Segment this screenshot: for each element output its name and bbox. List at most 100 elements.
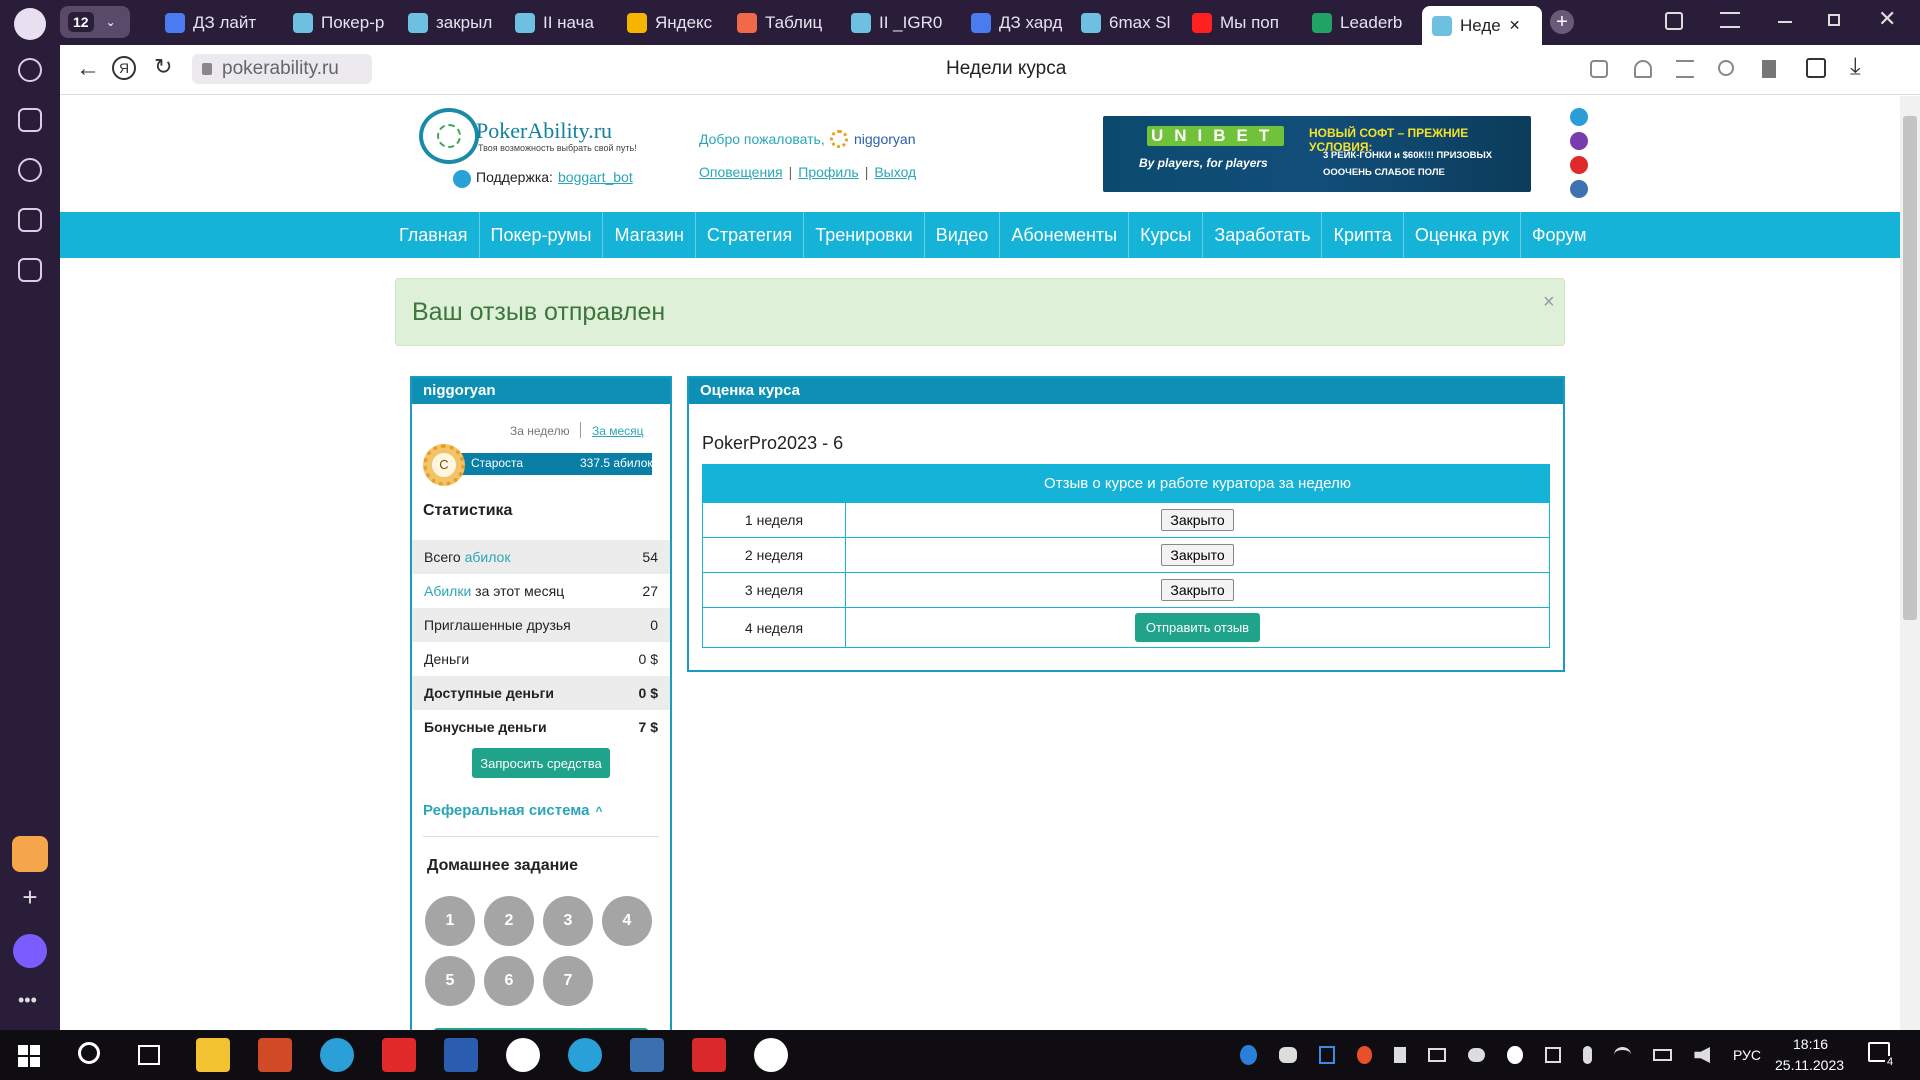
- tab-manager-icon[interactable]: [1665, 12, 1683, 30]
- bookmark-icon[interactable]: [1762, 60, 1776, 78]
- close-window-button[interactable]: ✕: [1878, 6, 1896, 32]
- tabs-count-icon[interactable]: [18, 208, 42, 232]
- nav-item-9[interactable]: Заработать: [1203, 212, 1323, 258]
- tab-2[interactable]: Покер-р: [283, 6, 391, 39]
- mail-app-icon[interactable]: [12, 836, 48, 872]
- request-funds-button[interactable]: Запросить средства: [472, 748, 610, 778]
- extensions-icon[interactable]: [1590, 60, 1608, 78]
- yandex-tray-icon[interactable]: [1507, 1046, 1523, 1064]
- yandex-browser-icon[interactable]: [506, 1038, 540, 1072]
- new-tab-button[interactable]: +: [1550, 10, 1574, 34]
- snip-tray-icon[interactable]: [1318, 1046, 1335, 1064]
- edge-icon[interactable]: [320, 1038, 354, 1072]
- collections-icon[interactable]: [18, 108, 42, 132]
- tab-10[interactable]: Мы поп: [1182, 6, 1295, 39]
- profile-icon[interactable]: [14, 8, 46, 40]
- clock-time[interactable]: 18:16: [1793, 1036, 1828, 1052]
- nav-item-8[interactable]: Курсы: [1129, 212, 1204, 258]
- minimize-button[interactable]: [1778, 21, 1792, 23]
- task-view-icon[interactable]: [138, 1045, 160, 1065]
- close-tab-icon[interactable]: ✕: [1509, 17, 1521, 34]
- tab-4[interactable]: II нача: [505, 6, 610, 39]
- tray-icons[interactable]: [1240, 1044, 1710, 1066]
- search-icon[interactable]: [1718, 60, 1734, 76]
- profile-link[interactable]: Профиль: [798, 164, 858, 180]
- period-month-link[interactable]: За месяц: [592, 424, 644, 438]
- period-week-label[interactable]: За неделю: [510, 424, 570, 438]
- yandex-taskbar-icon[interactable]: [382, 1038, 416, 1072]
- wifi-tray-icon[interactable]: [1613, 1047, 1631, 1063]
- tab-5[interactable]: Яндекс: [617, 6, 720, 39]
- nav-item-6[interactable]: Видео: [925, 212, 1001, 258]
- tab-7[interactable]: II _IGR0: [841, 6, 954, 39]
- tab-counter[interactable]: 12 ⌄: [60, 6, 130, 38]
- app-tray-icon[interactable]: [1356, 1046, 1373, 1064]
- nav-item-11[interactable]: Оценка рук: [1404, 212, 1521, 258]
- nav-item-10[interactable]: Крипта: [1322, 212, 1404, 258]
- homework-item-5[interactable]: 5: [425, 956, 475, 1006]
- download-icon[interactable]: ⤓: [1850, 53, 1861, 81]
- stat-label-link[interactable]: абилок: [465, 549, 511, 565]
- alert-close-button[interactable]: ×: [1543, 291, 1555, 314]
- reload-button[interactable]: ↻: [154, 54, 172, 80]
- reader-icon[interactable]: [1676, 60, 1694, 78]
- cloud-tray-icon[interactable]: [1468, 1048, 1486, 1062]
- powerpoint-icon[interactable]: [258, 1038, 292, 1072]
- clock-date[interactable]: 25.11.2023: [1775, 1057, 1844, 1073]
- discord-tray-icon[interactable]: [1279, 1047, 1297, 1063]
- headphones-icon[interactable]: [1634, 60, 1652, 78]
- nav-item-2[interactable]: Покер-румы: [480, 212, 604, 258]
- url-field[interactable]: pokerability.ru: [192, 54, 372, 84]
- word-icon[interactable]: [444, 1038, 478, 1072]
- stat-label-link[interactable]: Абилки: [424, 583, 471, 599]
- notifications-link[interactable]: Оповещения: [699, 164, 783, 180]
- collections-button-icon[interactable]: [1806, 58, 1826, 78]
- menu-icon[interactable]: [1720, 12, 1740, 28]
- closed-button[interactable]: Закрыто: [1161, 509, 1234, 531]
- tab-9[interactable]: 6max Sl: [1071, 6, 1175, 39]
- nav-item-3[interactable]: Магазин: [603, 212, 696, 258]
- yandex-icon[interactable]: Я: [112, 56, 136, 80]
- tab-6[interactable]: Таблиц: [727, 6, 834, 39]
- closed-button[interactable]: Закрыто: [1161, 544, 1234, 566]
- telegram-social-icon[interactable]: [1570, 108, 1588, 126]
- nav-item-7[interactable]: Абонементы: [1000, 212, 1130, 258]
- nav-item-5[interactable]: Тренировки: [804, 212, 925, 258]
- language-indicator[interactable]: РУС: [1733, 1047, 1761, 1063]
- twitch-social-icon[interactable]: [1570, 132, 1588, 150]
- file-explorer-icon[interactable]: [196, 1038, 230, 1072]
- yandex-browser-active-icon[interactable]: [754, 1038, 788, 1072]
- homework-item-4[interactable]: 4: [602, 896, 652, 946]
- homework-item-7[interactable]: 7: [543, 956, 593, 1006]
- video-icon[interactable]: [18, 158, 42, 182]
- search-taskbar-icon[interactable]: [78, 1042, 100, 1064]
- restore-button[interactable]: [1828, 14, 1840, 26]
- poker-app-icon[interactable]: [692, 1038, 726, 1072]
- homework-item-3[interactable]: 3: [543, 896, 593, 946]
- tab-3[interactable]: закрыл: [398, 6, 498, 39]
- tab-11[interactable]: Leaderb: [1302, 6, 1415, 39]
- site-logo[interactable]: [419, 108, 479, 164]
- volume-tray-icon[interactable]: [1694, 1047, 1710, 1063]
- homework-item-2[interactable]: 2: [484, 896, 534, 946]
- logout-link[interactable]: Выход: [874, 164, 916, 180]
- referral-toggle[interactable]: Реферальная система ^: [423, 802, 602, 819]
- more-icon[interactable]: •••: [18, 990, 37, 1011]
- camera-tray-icon[interactable]: [1544, 1047, 1561, 1063]
- calculator-icon[interactable]: [630, 1038, 664, 1072]
- header-username[interactable]: niggoryan: [854, 131, 916, 147]
- keyboard-tray-icon[interactable]: [1428, 1048, 1447, 1062]
- screenshot-icon[interactable]: [18, 258, 42, 282]
- history-icon[interactable]: [18, 58, 42, 82]
- vk-social-icon[interactable]: [1570, 180, 1588, 198]
- lock-tray-icon[interactable]: [1394, 1047, 1407, 1063]
- tab-12[interactable]: Неде ✕: [1422, 6, 1542, 45]
- youtube-social-icon[interactable]: [1570, 156, 1588, 174]
- tab-8[interactable]: ДЗ хард: [961, 6, 1064, 39]
- alice-icon[interactable]: [13, 934, 47, 968]
- windows-start-icon[interactable]: [18, 1045, 40, 1067]
- back-button[interactable]: ←: [76, 55, 100, 83]
- nav-item-1[interactable]: Главная: [388, 212, 480, 258]
- support-link[interactable]: boggart_bot: [558, 169, 633, 185]
- help-tray-icon[interactable]: [1240, 1045, 1258, 1065]
